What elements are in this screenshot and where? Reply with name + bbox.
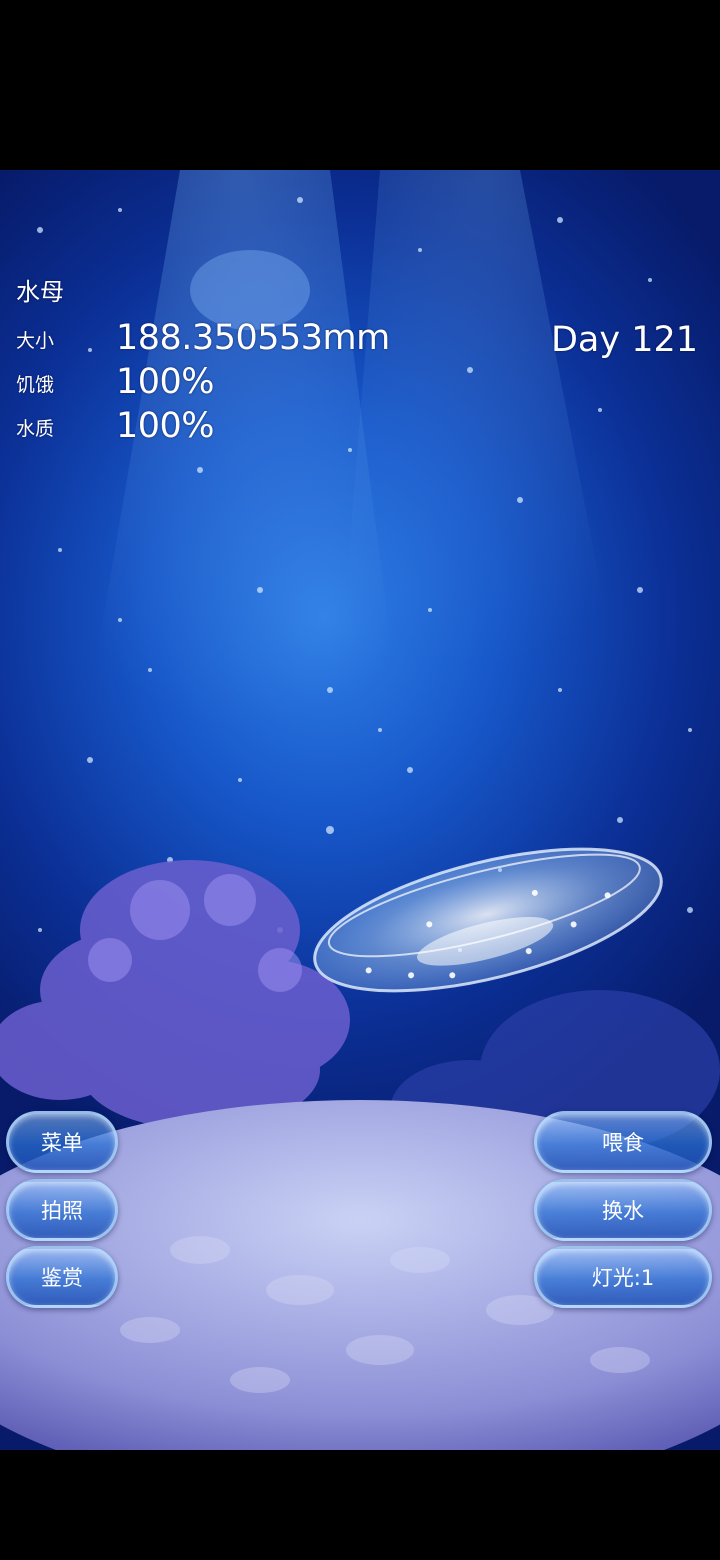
hunger-value: 100% — [116, 362, 215, 402]
menu-button[interactable]: 菜单 — [6, 1111, 118, 1173]
water-quality-value: 100% — [116, 406, 215, 446]
appreciate-button[interactable]: 鉴赏 — [6, 1246, 118, 1308]
size-value: 188.350553mm — [116, 318, 390, 358]
size-label: 大小 — [16, 330, 55, 352]
pet-name-label: 水母 — [16, 278, 64, 306]
hunger-label: 饥饿 — [16, 374, 55, 396]
day-counter: Day 121 — [550, 320, 698, 360]
change-water-button[interactable]: 换水 — [534, 1179, 712, 1241]
status-bar-area — [0, 0, 720, 170]
feed-button[interactable]: 喂食 — [534, 1111, 712, 1173]
navigation-bar-area — [0, 1450, 720, 1560]
water-quality-label: 水质 — [16, 418, 55, 440]
light-button[interactable]: 灯光:1 — [534, 1246, 712, 1308]
photo-button[interactable]: 拍照 — [6, 1179, 118, 1241]
